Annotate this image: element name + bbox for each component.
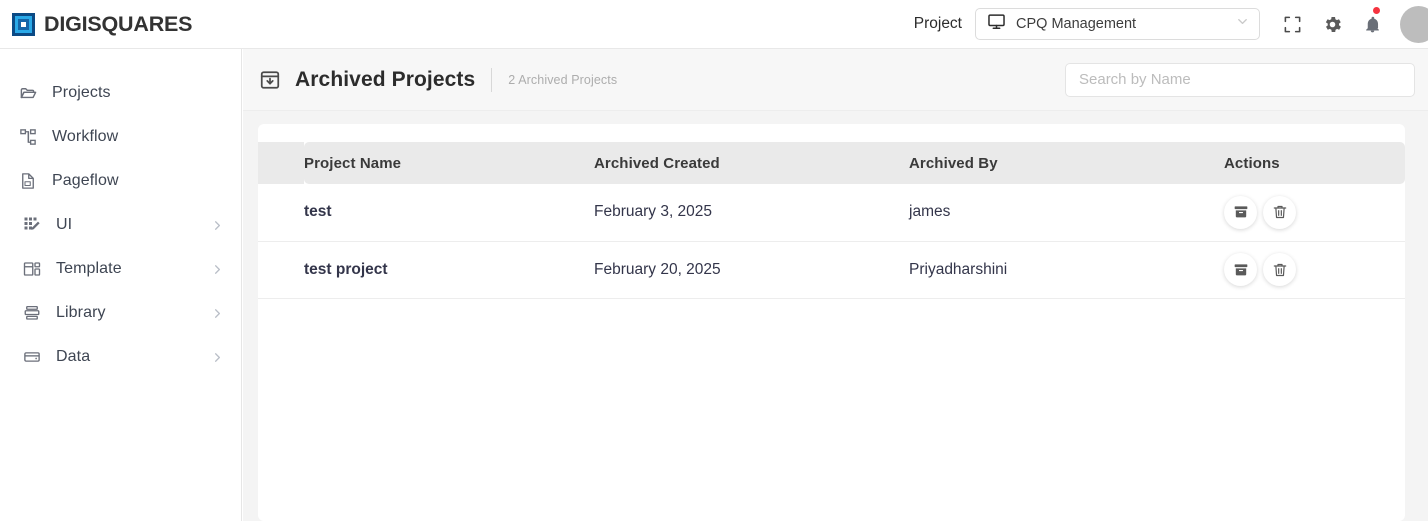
cell-archived-by: james [909, 184, 1224, 242]
table-header-row: Project Name Archived Created Archived B… [258, 142, 1405, 184]
sidebar-item-template[interactable]: Template [0, 247, 241, 291]
workflow-icon [18, 127, 38, 147]
unarchive-button[interactable] [1224, 195, 1257, 229]
cell-project-name: test project [304, 241, 594, 299]
title-divider [491, 67, 493, 92]
unarchive-button[interactable] [1224, 253, 1257, 286]
project-label: Project [913, 15, 962, 32]
sidebar-item-label: Projects [52, 84, 111, 101]
sidebar-item-ui[interactable]: UI [0, 203, 241, 247]
brand-logo[interactable]: DIGISQUARES [0, 11, 193, 37]
header-actions: Project CPQ Management [914, 0, 1428, 48]
top-header-bar: DIGISQUARES Project CPQ Management [0, 0, 1428, 49]
chevron-right-icon [210, 262, 225, 277]
data-drawer-icon [22, 347, 42, 367]
cell-archived-created: February 20, 2025 [594, 241, 909, 299]
sidebar-item-label: UI [56, 216, 73, 233]
table-row[interactable]: test February 3, 2025 james [258, 184, 1405, 242]
sidebar-item-label: Template [56, 260, 122, 277]
row-spacer-cell [258, 241, 304, 299]
page-title: Archived Projects [295, 67, 476, 91]
column-header-actions: Actions [1224, 142, 1405, 184]
search-input[interactable] [1065, 62, 1415, 97]
sidebar-nav: Projects Workflow Pageflow UI Template L… [0, 49, 242, 521]
column-header-archived-created[interactable]: Archived Created [594, 142, 909, 184]
archived-count-label: 2 Archived Projects [508, 72, 618, 87]
archived-projects-card: Project Name Archived Created Archived B… [258, 124, 1405, 521]
sidebar-item-label: Library [56, 304, 106, 321]
page-header: Archived Projects 2 Archived Projects [243, 49, 1428, 111]
archived-projects-table: Project Name Archived Created Archived B… [258, 142, 1405, 299]
folder-icon [18, 83, 38, 103]
brand-name: DIGISQUARES [44, 11, 193, 36]
chevron-down-icon [1235, 14, 1250, 34]
row-spacer-cell [258, 184, 304, 242]
cell-archived-by: Priyadharshini [909, 241, 1224, 299]
cell-archived-created: February 3, 2025 [594, 184, 909, 242]
row-action-group [1224, 253, 1405, 286]
page-icon [18, 171, 38, 191]
bell-icon[interactable] [1352, 4, 1392, 44]
table-header: Project Name Archived Created Archived B… [258, 142, 1405, 184]
archive-download-icon [258, 68, 282, 92]
sidebar-item-pageflow[interactable]: Pageflow [0, 159, 241, 203]
table-body: test February 3, 2025 james test project… [258, 184, 1405, 299]
sidebar-item-library[interactable]: Library [0, 291, 241, 335]
notification-dot [1373, 7, 1380, 14]
project-select[interactable]: CPQ Management [975, 8, 1260, 40]
delete-button[interactable] [1263, 253, 1296, 286]
project-select-value: CPQ Management [1016, 16, 1137, 32]
table-row[interactable]: test project February 20, 2025 Priyadhar… [258, 241, 1405, 299]
monitor-icon [987, 12, 1006, 36]
chevron-right-icon [210, 350, 225, 365]
template-icon [22, 259, 42, 279]
column-header-project-name[interactable]: Project Name [304, 142, 594, 184]
cell-project-name: test [304, 184, 594, 242]
main-content: Archived Projects 2 Archived Projects Pr… [243, 49, 1428, 521]
sidebar-item-label: Pageflow [52, 172, 119, 189]
chevron-right-icon [210, 218, 225, 233]
avatar[interactable] [1400, 5, 1428, 43]
delete-button[interactable] [1263, 195, 1296, 229]
table-spacer-column [258, 142, 304, 184]
sidebar-item-label: Workflow [52, 128, 119, 145]
ui-grid-icon [22, 215, 42, 235]
fullscreen-icon[interactable] [1272, 4, 1312, 44]
content-area: Project Name Archived Created Archived B… [243, 111, 1428, 521]
library-icon [22, 303, 42, 323]
gear-icon[interactable] [1312, 4, 1352, 44]
sidebar-item-workflow[interactable]: Workflow [0, 115, 241, 159]
chevron-right-icon [210, 306, 225, 321]
row-action-group [1224, 195, 1405, 229]
sidebar-item-projects[interactable]: Projects [0, 71, 241, 115]
cell-actions [1224, 184, 1405, 242]
column-header-archived-by[interactable]: Archived By [909, 142, 1224, 184]
sidebar-item-data[interactable]: Data [0, 335, 241, 379]
nested-squares-logo-icon [12, 12, 35, 36]
sidebar-item-label: Data [56, 348, 91, 365]
cell-actions [1224, 241, 1405, 299]
